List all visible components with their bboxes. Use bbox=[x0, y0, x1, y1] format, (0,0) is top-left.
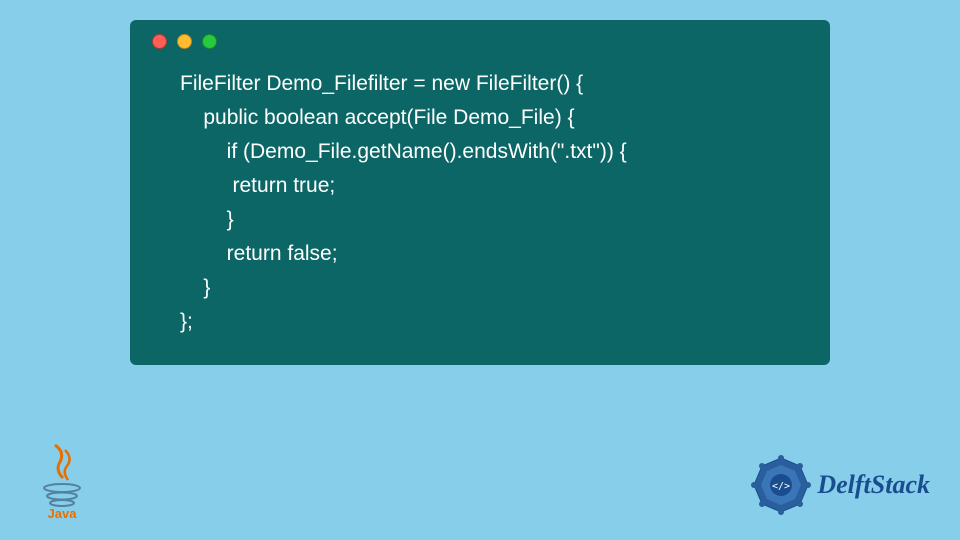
code-line-1: FileFilter Demo_Filefilter = new FileFil… bbox=[180, 72, 583, 95]
code-line-2: public boolean accept(File Demo_File) { bbox=[180, 106, 575, 129]
java-icon: Java bbox=[35, 440, 90, 520]
code-content: FileFilter Demo_Filefilter = new FileFil… bbox=[130, 49, 830, 359]
svg-text:Java: Java bbox=[48, 506, 78, 520]
code-line-4: return true; bbox=[180, 174, 335, 197]
code-line-5: } bbox=[180, 208, 234, 231]
delftstack-label: DelftStack bbox=[817, 470, 930, 500]
delftstack-icon: </> bbox=[751, 455, 811, 515]
close-icon[interactable] bbox=[152, 34, 167, 49]
window-controls bbox=[130, 20, 830, 49]
code-line-7: } bbox=[180, 276, 210, 299]
maximize-icon[interactable] bbox=[202, 34, 217, 49]
code-line-3: if (Demo_File.getName().endsWith(".txt")… bbox=[180, 140, 627, 163]
minimize-icon[interactable] bbox=[177, 34, 192, 49]
svg-text:</>: </> bbox=[772, 481, 790, 492]
java-logo-icon: Java bbox=[35, 440, 90, 520]
code-line-8: }; bbox=[180, 310, 193, 333]
code-window: FileFilter Demo_Filefilter = new FileFil… bbox=[130, 20, 830, 365]
code-line-6: return false; bbox=[180, 242, 338, 265]
delftstack-logo: </> DelftStack bbox=[751, 455, 930, 515]
